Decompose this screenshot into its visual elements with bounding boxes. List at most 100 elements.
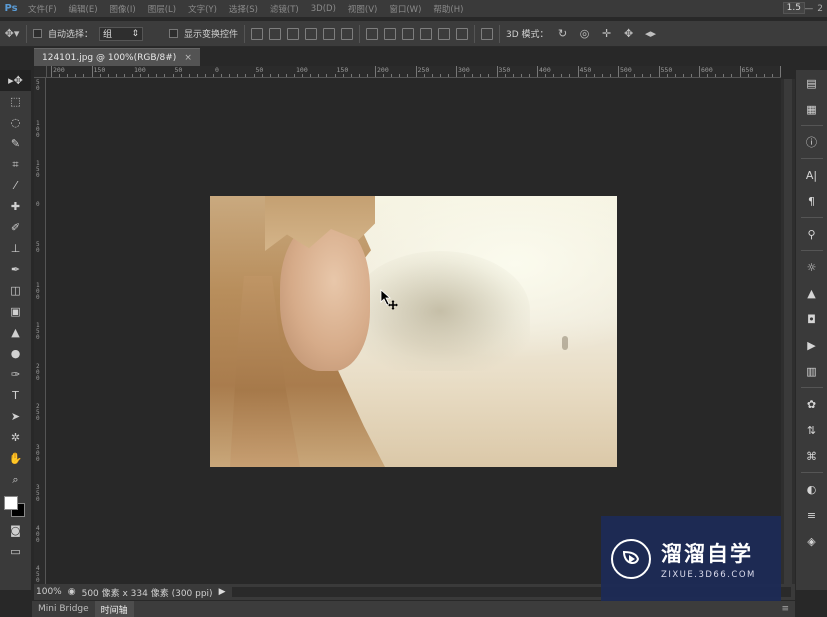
document-tab[interactable]: 124101.jpg @ 100%(RGB/8#) × xyxy=(34,48,200,66)
healing-brush-tool-icon[interactable]: ✚ xyxy=(0,196,31,217)
ruler-tick xyxy=(261,74,263,77)
screen-mode-icon[interactable]: ▭ xyxy=(0,541,31,562)
options-bar: ✥▾ 自动选择： 组 ⇕ 显示变换控件 3D 模式： ↻ ◎ ✛ ✥ ◂▸ xyxy=(0,21,827,47)
auto-select-value: 组 xyxy=(103,30,113,40)
distribute-right-icon[interactable] xyxy=(456,27,469,40)
status-info-icon[interactable]: ◉ xyxy=(68,587,76,597)
distribute-vcenter-icon[interactable] xyxy=(384,27,397,40)
histogram-panel-icon[interactable]: ▲ xyxy=(796,280,827,306)
quick-select-tool-icon[interactable]: ✎ xyxy=(0,133,31,154)
menu-type[interactable]: 文字(Y) xyxy=(182,3,223,15)
3d-rotate-icon[interactable]: ↻ xyxy=(555,26,571,42)
layers-panel-icon[interactable]: ◈ xyxy=(796,528,827,554)
ruler-tick xyxy=(780,66,781,77)
align-bottom-icon[interactable] xyxy=(287,27,300,40)
brush-tool-icon[interactable]: ✐ xyxy=(0,217,31,238)
hand-tool-icon[interactable]: ✋ xyxy=(0,448,31,469)
panel-menu-icon[interactable]: ≡ xyxy=(781,604,795,614)
layer-comps-icon[interactable]: ≡ xyxy=(796,502,827,528)
channels-panel-icon[interactable]: ◐ xyxy=(796,476,827,502)
align-left-icon[interactable] xyxy=(305,27,318,40)
foreground-color-swatch[interactable] xyxy=(4,496,18,510)
adjustments-panel-icon[interactable]: ☼ xyxy=(796,254,827,280)
properties-panel-icon[interactable]: ▦ xyxy=(796,96,827,122)
swatches-panel-icon[interactable]: ▥ xyxy=(796,358,827,384)
menu-select[interactable]: 选择(S) xyxy=(223,3,264,15)
distribute-hcenter-icon[interactable] xyxy=(438,27,451,40)
distribute-left-icon[interactable] xyxy=(420,27,433,40)
actions-panel-icon[interactable]: ▶ xyxy=(796,332,827,358)
menu-edit[interactable]: 编辑(E) xyxy=(63,3,104,15)
align-top-icon[interactable] xyxy=(251,27,264,40)
align-vcenter-icon[interactable] xyxy=(269,27,282,40)
zoom-level[interactable]: 100% xyxy=(36,587,62,597)
document-image[interactable] xyxy=(210,196,617,467)
auto-select-dropdown[interactable]: 组 ⇕ xyxy=(99,26,144,41)
blur-tool-icon[interactable]: ▲ xyxy=(0,322,31,343)
info-panel-icon[interactable]: ⓘ xyxy=(796,129,827,155)
color-swatches[interactable] xyxy=(0,490,31,520)
marquee-tool-icon[interactable]: ⬚ xyxy=(0,91,31,112)
path-select-tool-icon[interactable]: ➤ xyxy=(0,406,31,427)
distribute-top-icon[interactable] xyxy=(366,27,379,40)
close-tab-icon[interactable]: × xyxy=(184,53,192,63)
clone-stamp-tool-icon[interactable]: ⊥ xyxy=(0,238,31,259)
minimize-button[interactable]: — xyxy=(804,4,813,14)
status-menu-arrow-icon[interactable]: ▶ xyxy=(219,587,226,597)
ruler-tick-label: 450 xyxy=(579,66,592,74)
tab-timeline[interactable]: 时间轴 xyxy=(94,601,134,617)
menu-view[interactable]: 视图(V) xyxy=(342,3,383,15)
menu-3d[interactable]: 3D(D) xyxy=(305,4,342,14)
dodge-tool-icon[interactable]: ● xyxy=(0,343,31,364)
3d-scale-icon[interactable]: ◂▸ xyxy=(643,26,659,42)
ruler-tick xyxy=(480,74,482,77)
gradient-tool-icon[interactable]: ▣ xyxy=(0,301,31,322)
canvas-area[interactable] xyxy=(47,79,781,584)
styles-panel-icon[interactable]: ◘ xyxy=(796,306,827,332)
ruler-tick-label: 200 xyxy=(36,362,40,382)
ruler-tick-label: 50 xyxy=(36,79,40,92)
history-brush-tool-icon[interactable]: ✒ xyxy=(0,259,31,280)
move-cursor-icon xyxy=(380,289,398,310)
move-tool-preset-icon[interactable]: ✥▾ xyxy=(4,26,20,42)
history-panel-icon[interactable]: ▤ xyxy=(796,70,827,96)
brush-presets-icon[interactable]: ⚲ xyxy=(796,221,827,247)
menu-help[interactable]: 帮助(H) xyxy=(427,3,469,15)
eyedropper-tool-icon[interactable]: ⁄ xyxy=(0,175,31,196)
ruler-corner xyxy=(34,66,47,78)
crop-tool-icon[interactable]: ⌗ xyxy=(0,154,31,175)
menu-window[interactable]: 窗口(W) xyxy=(383,3,427,15)
menu-image[interactable]: 图像(I) xyxy=(104,3,142,15)
vertical-scrollbar[interactable] xyxy=(781,79,795,584)
tool-presets-icon[interactable]: ⇅ xyxy=(796,417,827,443)
menu-layer[interactable]: 图层(L) xyxy=(142,3,182,15)
zoom-tool-icon[interactable]: ⌕ xyxy=(0,469,31,490)
window-button[interactable]: 2 xyxy=(817,4,823,14)
move-tool-icon[interactable]: ▸✥ xyxy=(0,70,31,91)
shape-tool-icon[interactable]: ✲ xyxy=(0,427,31,448)
ruler-tick xyxy=(213,74,214,77)
menu-file[interactable]: 文件(F) xyxy=(22,3,63,15)
align-hcenter-icon[interactable] xyxy=(323,27,336,40)
pen-tool-icon[interactable]: ✑ xyxy=(0,364,31,385)
quick-mask-icon[interactable]: ◙ xyxy=(0,520,31,541)
3d-pan-icon[interactable]: ✛ xyxy=(599,26,615,42)
menu-filter[interactable]: 滤镜(T) xyxy=(264,3,305,15)
tab-mini-bridge[interactable]: Mini Bridge xyxy=(32,601,95,617)
distribute-bottom-icon[interactable] xyxy=(402,27,415,40)
type-tool-icon[interactable]: T xyxy=(0,385,31,406)
character-panel-icon[interactable]: A| xyxy=(796,162,827,188)
show-transform-checkbox[interactable] xyxy=(169,29,179,38)
document-info: 500 像素 x 334 像素 (300 ppi) xyxy=(81,588,213,599)
auto-align-icon[interactable] xyxy=(481,27,494,40)
color-panel-icon[interactable]: ✿ xyxy=(796,391,827,417)
paths-panel-icon[interactable]: ⌘ xyxy=(796,443,827,469)
3d-roll-icon[interactable]: ◎ xyxy=(577,26,593,42)
auto-select-checkbox[interactable] xyxy=(33,29,42,38)
scrollbar-thumb[interactable] xyxy=(784,79,792,584)
eraser-tool-icon[interactable]: ◫ xyxy=(0,280,31,301)
lasso-tool-icon[interactable]: ◌ xyxy=(0,112,31,133)
3d-slide-icon[interactable]: ✥ xyxy=(621,26,637,42)
paragraph-panel-icon[interactable]: ¶ xyxy=(796,188,827,214)
align-right-icon[interactable] xyxy=(341,27,354,40)
